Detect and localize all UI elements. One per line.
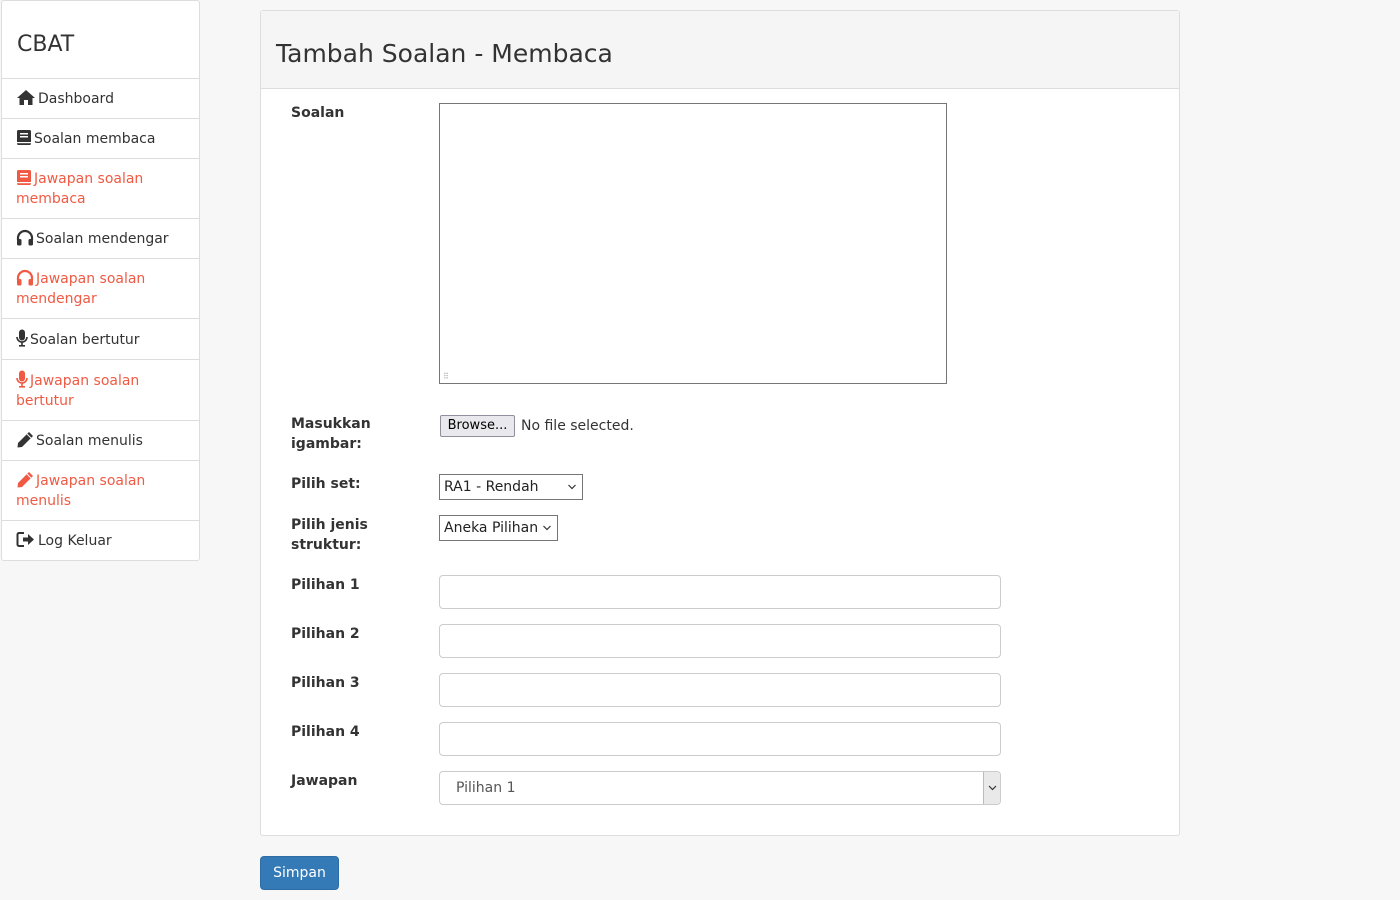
sidebar-item-label: Jawapan soalan menulis	[16, 473, 146, 509]
pilihan4-label: Pilihan 4	[291, 724, 360, 740]
struktur-select-value: Aneka Pilihan	[444, 520, 539, 536]
sidebar-item-soalan-membaca[interactable]: Soalan membaca	[2, 119, 199, 159]
struktur-label: Pilih jenis struktur:	[291, 517, 368, 553]
jawapan-select-value: Pilihan 1	[456, 780, 516, 796]
sidebar: CBAT Dashboard Soalan membaca Jawapan so…	[1, 0, 200, 561]
sidebar-item-jawapan-menulis[interactable]: Jawapan soalan menulis	[2, 461, 199, 521]
sidebar-item-label: Soalan mendengar	[36, 231, 169, 247]
logout-icon	[16, 531, 36, 548]
sidebar-item-label: Soalan bertutur	[30, 332, 140, 348]
sidebar-item-soalan-mendengar[interactable]: Soalan mendengar	[2, 219, 199, 259]
set-select[interactable]: RA1 - Rendah	[439, 474, 583, 500]
sidebar-item-soalan-menulis[interactable]: Soalan menulis	[2, 421, 199, 461]
chevron-down-icon	[568, 484, 576, 490]
pilihan3-input[interactable]	[439, 673, 1001, 707]
browse-button[interactable]: Browse...	[440, 415, 515, 437]
sidebar-item-label: Jawapan soalan bertutur	[16, 373, 140, 409]
sidebar-item-dashboard[interactable]: Dashboard	[2, 79, 199, 119]
soalan-textarea[interactable]: ⠿	[439, 103, 947, 384]
set-label: Pilih set:	[291, 476, 361, 492]
save-button[interactable]: Simpan	[260, 856, 339, 890]
sidebar-item-log-keluar[interactable]: Log Keluar	[2, 521, 199, 560]
pilihan1-input[interactable]	[439, 575, 1001, 609]
gambar-label: Masukkan igambar:	[291, 416, 371, 452]
brand-title: CBAT	[2, 1, 199, 79]
pencil-icon	[16, 471, 34, 488]
sidebar-item-jawapan-mendengar[interactable]: Jawapan soalan mendengar	[2, 259, 199, 319]
chevron-down-icon	[543, 525, 551, 531]
resize-grip-icon[interactable]: ⠿	[443, 373, 451, 381]
sidebar-item-label: Dashboard	[38, 91, 114, 107]
book-icon	[16, 129, 32, 146]
sidebar-item-jawapan-membaca[interactable]: Jawapan soalan membaca	[2, 159, 199, 219]
sidebar-item-label: Soalan membaca	[34, 131, 156, 147]
headphones-icon	[16, 269, 34, 286]
soalan-label: Soalan	[291, 105, 345, 121]
file-status-text: No file selected.	[521, 418, 634, 434]
headphones-icon	[16, 229, 34, 246]
panel-heading: Tambah Soalan - Membaca	[261, 11, 1179, 89]
jawapan-dropdown-button[interactable]	[983, 772, 1000, 804]
set-select-value: RA1 - Rendah	[444, 479, 539, 495]
pilihan1-label: Pilihan 1	[291, 577, 360, 593]
pilihan3-label: Pilihan 3	[291, 675, 360, 691]
sidebar-item-label: Jawapan soalan mendengar	[16, 271, 146, 307]
microphone-icon	[16, 329, 28, 347]
pilihan4-input[interactable]	[439, 722, 1001, 756]
sidebar-item-label: Soalan menulis	[36, 433, 143, 449]
sidebar-item-soalan-bertutur[interactable]: Soalan bertutur	[2, 319, 199, 360]
sidebar-item-label: Jawapan soalan membaca	[16, 171, 144, 207]
add-question-panel: Tambah Soalan - Membaca Soalan ⠿ Masukka…	[260, 10, 1180, 836]
microphone-icon	[16, 370, 28, 388]
book-icon	[16, 169, 32, 186]
pilihan2-input[interactable]	[439, 624, 1001, 658]
sidebar-item-label: Log Keluar	[38, 533, 112, 549]
pencil-icon	[16, 431, 34, 448]
jawapan-select[interactable]: Pilihan 1	[439, 771, 1001, 805]
struktur-select[interactable]: Aneka Pilihan	[439, 515, 558, 541]
sidebar-item-jawapan-bertutur[interactable]: Jawapan soalan bertutur	[2, 360, 199, 421]
home-icon	[16, 89, 36, 106]
jawapan-label: Jawapan	[291, 773, 358, 789]
chevron-down-icon	[988, 785, 997, 791]
pilihan2-label: Pilihan 2	[291, 626, 360, 642]
page-title: Tambah Soalan - Membaca	[276, 39, 613, 68]
